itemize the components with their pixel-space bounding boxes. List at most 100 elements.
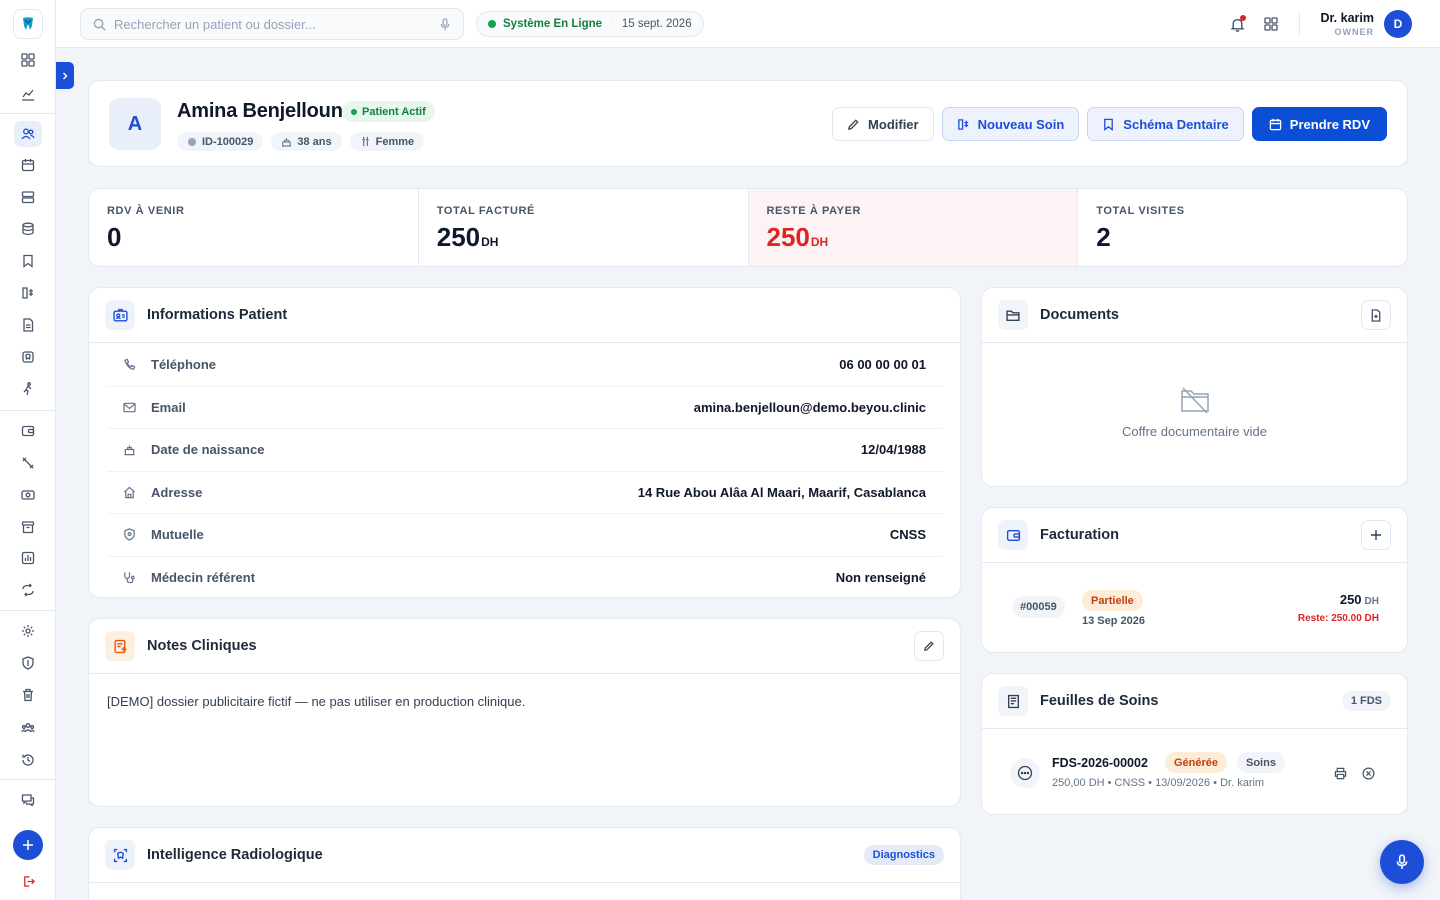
bar-chart-icon xyxy=(21,551,35,565)
notification-dot xyxy=(1240,15,1247,21)
microphone-icon[interactable] xyxy=(439,17,451,31)
dental-chart-button-label: Schéma Dentaire xyxy=(1123,116,1229,132)
apps-grid-icon xyxy=(1264,17,1279,31)
chevron-right-icon xyxy=(63,72,68,79)
care-sheet-code: FDS-2026-00002 xyxy=(1052,756,1148,770)
sidebar-item-messages[interactable] xyxy=(14,787,42,813)
sidebar-item-activity[interactable] xyxy=(14,376,42,402)
invoice-status-badge: Partielle xyxy=(1082,590,1143,611)
new-care-button[interactable]: Nouveau Soin xyxy=(941,107,1080,141)
user-menu[interactable]: Dr. karim OWNER xyxy=(1320,11,1374,37)
documents-empty-state: Coffre documentaire vide xyxy=(982,386,1407,439)
sidebar-item-settings[interactable] xyxy=(14,618,42,644)
patient-header-card: A Amina Benjelloun Patient Actif ID-1000… xyxy=(88,80,1408,167)
voice-assistant-button[interactable] xyxy=(1380,840,1424,884)
info-label: Date de naissance xyxy=(151,442,265,458)
dental-chart-button[interactable]: Schéma Dentaire xyxy=(1087,107,1244,141)
documents-card: Documents Coffre documentaire vide xyxy=(981,287,1408,487)
stat-upcoming-appointments: RDV À VENIR 0 xyxy=(89,189,419,266)
id-card-icon xyxy=(105,300,135,330)
chart-line-icon xyxy=(22,89,34,101)
book-appointment-button[interactable]: Prendre RDV xyxy=(1251,107,1387,141)
sidebar-item-security[interactable] xyxy=(14,650,42,676)
phone-icon xyxy=(123,358,137,371)
info-label: Adresse xyxy=(151,484,203,500)
cake-icon xyxy=(123,443,137,456)
logout-button[interactable] xyxy=(14,868,42,894)
invoice-remaining: Reste: 250.00 DH xyxy=(1297,613,1379,624)
calendar-icon xyxy=(1269,118,1282,130)
sidebar-item-trash[interactable] xyxy=(14,682,42,708)
stat-label: RESTE À PAYER xyxy=(766,205,862,217)
info-row-email: Email amina.benjelloun@demo.beyou.clinic xyxy=(107,387,942,429)
sidebar-item-calendar[interactable] xyxy=(14,152,42,178)
patient-id: ID-100029 xyxy=(202,135,254,148)
notes-icon xyxy=(105,631,135,661)
archive-icon xyxy=(21,521,35,534)
stat-label: TOTAL VISITES xyxy=(1096,205,1185,217)
patient-gender: Femme xyxy=(375,135,415,148)
sidebar-item-radiology[interactable] xyxy=(14,344,42,370)
info-value: 12/04/1988 xyxy=(860,442,926,458)
patient-age-chip: 38 ans xyxy=(271,132,342,151)
sidebar xyxy=(0,0,56,900)
cancel-sheet-button[interactable] xyxy=(1357,762,1379,784)
apps-button[interactable] xyxy=(1257,10,1285,38)
wallet-icon xyxy=(21,425,35,437)
treatment-icon xyxy=(957,118,968,130)
file-icon xyxy=(23,318,34,332)
scan-icon xyxy=(105,840,135,870)
care-sheets-count: 1 FDS xyxy=(1341,691,1391,711)
stethoscope-icon xyxy=(123,571,137,584)
notifications-button[interactable] xyxy=(1223,10,1251,38)
section-title: Feuilles de Soins xyxy=(1040,693,1159,709)
notes-text: [DEMO] dossier publicitaire fictif — ne … xyxy=(107,694,526,709)
wallet-icon xyxy=(998,520,1028,550)
sidebar-item-archive[interactable] xyxy=(14,514,42,540)
info-row-referring-doctor: Médecin référent Non renseigné xyxy=(107,557,942,600)
search-icon xyxy=(93,18,106,31)
patient-gender-chip: Femme xyxy=(349,132,425,151)
sidebar-item-payments[interactable] xyxy=(14,482,42,508)
sidebar-item-treatments[interactable] xyxy=(14,280,42,306)
sidebar-item-history[interactable] xyxy=(14,747,42,773)
sidebar-item-database[interactable] xyxy=(14,216,42,242)
invoice-amount-unit: DH xyxy=(1364,596,1379,607)
pencil-icon xyxy=(848,118,859,130)
sidebar-item-wallet[interactable] xyxy=(14,418,42,444)
section-title: Facturation xyxy=(1040,527,1119,543)
add-invoice-button[interactable] xyxy=(1361,520,1391,550)
sidebar-item-discounts[interactable] xyxy=(14,450,42,476)
invoice-date: 13 Sep 2026 xyxy=(1082,615,1145,627)
sidebar-item-reports[interactable] xyxy=(14,545,42,571)
print-button[interactable] xyxy=(1329,762,1351,784)
sidebar-item-analytics[interactable] xyxy=(14,81,42,107)
care-sheet-meta: 250,00 DH • CNSS • 13/09/2026 • Dr. kari… xyxy=(1052,777,1265,789)
sidebar-expand-toggle[interactable] xyxy=(56,62,74,89)
stat-total-visits: TOTAL VISITES 2 xyxy=(1078,189,1407,266)
edit-notes-button[interactable] xyxy=(914,631,944,661)
sidebar-item-sync[interactable] xyxy=(14,577,42,603)
search-box[interactable] xyxy=(80,8,464,40)
info-value: CNSS xyxy=(889,527,926,543)
sidebar-item-team[interactable] xyxy=(14,715,42,741)
avatar[interactable]: D xyxy=(1384,10,1412,38)
edit-button[interactable]: Modifier xyxy=(832,107,934,141)
sidebar-item-dashboard[interactable] xyxy=(14,47,42,73)
sidebar-item-documents[interactable] xyxy=(14,312,42,338)
mail-icon xyxy=(123,401,137,414)
sidebar-add-button[interactable] xyxy=(13,830,43,860)
sidebar-item-patients[interactable] xyxy=(14,121,42,147)
sidebar-item-queue[interactable] xyxy=(14,184,42,210)
search-input[interactable] xyxy=(114,16,439,32)
shield-icon xyxy=(22,656,34,670)
invoice-amount-value: 250 xyxy=(1339,592,1362,607)
info-row-birthdate: Date de naissance 12/04/1988 xyxy=(107,429,942,472)
diagnostics-badge: Diagnostics xyxy=(863,845,944,865)
new-care-button-label: Nouveau Soin xyxy=(977,116,1065,132)
sidebar-item-bookmarks[interactable] xyxy=(14,248,42,274)
app-logo[interactable] xyxy=(13,9,43,39)
add-document-button[interactable] xyxy=(1361,300,1391,330)
patient-age: 38 ans xyxy=(297,135,332,148)
list-icon xyxy=(21,191,35,204)
